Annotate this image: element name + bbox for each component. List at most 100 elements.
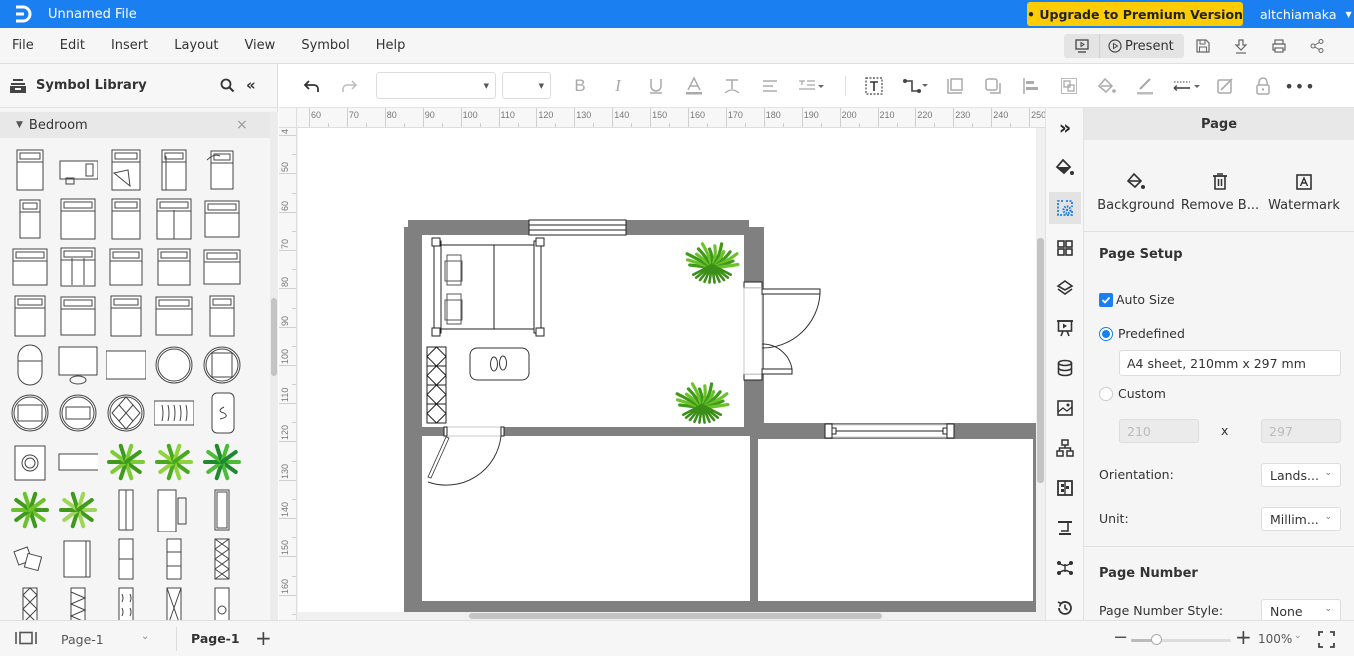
close-icon[interactable]: × bbox=[236, 117, 248, 133]
symbol-item[interactable] bbox=[54, 340, 102, 389]
line-style-icon[interactable] bbox=[1170, 71, 1202, 101]
app-logo-icon[interactable] bbox=[12, 3, 34, 25]
fullscreen-icon[interactable] bbox=[1318, 631, 1335, 651]
unit-select[interactable]: Millim... ⌄ bbox=[1261, 507, 1341, 531]
page-view-icon[interactable] bbox=[15, 631, 37, 648]
double-bed[interactable] bbox=[431, 237, 545, 337]
symbol-item[interactable] bbox=[198, 486, 246, 535]
menu-file[interactable]: File bbox=[0, 38, 46, 53]
symbol-item[interactable] bbox=[102, 146, 150, 195]
share-icon[interactable] bbox=[1298, 34, 1336, 58]
floor-plan[interactable] bbox=[298, 128, 1038, 612]
dresser[interactable] bbox=[426, 346, 447, 424]
symbol-item[interactable] bbox=[150, 340, 198, 389]
symbol-item[interactable] bbox=[198, 195, 246, 244]
predefined-size-field[interactable]: A4 sheet, 210mm x 297 mm bbox=[1119, 350, 1341, 376]
search-icon[interactable] bbox=[220, 78, 235, 97]
symbol-item[interactable] bbox=[150, 146, 198, 195]
send-back-icon[interactable] bbox=[982, 71, 1004, 101]
background-button[interactable]: Background bbox=[1092, 170, 1180, 213]
symbol-item[interactable] bbox=[150, 438, 198, 487]
connector-icon[interactable] bbox=[1049, 512, 1081, 544]
custom-row[interactable]: Custom bbox=[1099, 386, 1166, 401]
symbol-item[interactable] bbox=[54, 195, 102, 244]
symbol-item[interactable] bbox=[6, 146, 54, 195]
align-left-icon[interactable] bbox=[1020, 71, 1042, 101]
symbol-item[interactable] bbox=[198, 438, 246, 487]
bold-icon[interactable]: B bbox=[569, 71, 591, 101]
symbol-item[interactable] bbox=[102, 292, 150, 341]
menu-help[interactable]: Help bbox=[362, 38, 418, 53]
symbol-item[interactable] bbox=[102, 486, 150, 535]
symbol-item[interactable] bbox=[102, 389, 150, 438]
save-icon[interactable] bbox=[1184, 34, 1222, 58]
mind-map-icon[interactable] bbox=[1049, 552, 1081, 584]
auto-size-row[interactable]: Auto Size bbox=[1099, 292, 1175, 307]
zoom-level[interactable]: 100% bbox=[1258, 632, 1292, 646]
font-size-select[interactable]: ▼ bbox=[502, 72, 551, 99]
symbol-item[interactable] bbox=[6, 243, 54, 292]
door-right-double[interactable] bbox=[743, 281, 821, 381]
zoom-in-button[interactable]: + bbox=[1235, 625, 1252, 649]
zoom-slider-handle[interactable] bbox=[1151, 634, 1162, 645]
symbol-item[interactable] bbox=[54, 292, 102, 341]
symbol-item[interactable] bbox=[102, 438, 150, 487]
align-icon[interactable] bbox=[759, 71, 781, 101]
symbol-item[interactable] bbox=[150, 195, 198, 244]
canvas-horizontal-scrollbar[interactable] bbox=[297, 612, 1037, 620]
page[interactable] bbox=[298, 128, 1038, 612]
fill-icon[interactable] bbox=[1049, 152, 1081, 184]
image-icon[interactable] bbox=[1049, 392, 1081, 424]
page-selector[interactable]: Page-1 bbox=[61, 632, 104, 647]
symbol-item[interactable] bbox=[54, 486, 102, 535]
symbol-item[interactable] bbox=[150, 243, 198, 292]
symbol-item[interactable] bbox=[150, 486, 198, 535]
add-page-button[interactable]: + bbox=[255, 626, 272, 650]
custom-radio[interactable] bbox=[1099, 386, 1113, 401]
download-icon[interactable] bbox=[1222, 34, 1260, 58]
grid-icon[interactable] bbox=[1049, 232, 1081, 264]
zoom-out-button[interactable]: − bbox=[1113, 627, 1128, 648]
symbol-item[interactable] bbox=[198, 535, 246, 584]
orientation-select[interactable]: Lands... ⌄ bbox=[1261, 463, 1341, 487]
line-spacing-icon[interactable] bbox=[797, 71, 827, 101]
menu-edit[interactable]: Edit bbox=[46, 38, 97, 53]
page-tab-active[interactable]: Page-1 bbox=[191, 631, 240, 646]
symbol-item[interactable] bbox=[54, 243, 102, 292]
symbol-item[interactable] bbox=[198, 389, 246, 438]
symbol-item[interactable] bbox=[54, 535, 102, 584]
font-family-select[interactable]: ▼ bbox=[376, 72, 496, 99]
category-bedroom-header[interactable]: ▼ Bedroom × bbox=[0, 112, 270, 138]
chevron-down-icon[interactable]: ⌄ bbox=[1294, 631, 1302, 641]
group-icon[interactable] bbox=[1058, 71, 1080, 101]
more-icon[interactable]: ••• bbox=[1284, 71, 1314, 101]
undo-icon[interactable] bbox=[301, 71, 323, 101]
remove-background-button[interactable]: Remove B... bbox=[1176, 170, 1264, 213]
expand-icon[interactable]: » bbox=[1049, 112, 1081, 144]
line-color-icon[interactable] bbox=[1134, 71, 1156, 101]
predefined-row[interactable]: Predefined bbox=[1099, 326, 1185, 341]
symbol-item[interactable] bbox=[150, 535, 198, 584]
text-format-icon[interactable] bbox=[721, 71, 743, 101]
symbol-item[interactable] bbox=[54, 438, 102, 487]
connector-icon[interactable] bbox=[901, 71, 931, 101]
text-box-icon[interactable] bbox=[863, 71, 885, 101]
drawing-canvas[interactable] bbox=[297, 128, 1045, 620]
user-menu[interactable]: altchiamaka ▼ bbox=[1260, 0, 1352, 28]
widget-icon[interactable] bbox=[1049, 472, 1081, 504]
symbol-item[interactable] bbox=[150, 389, 198, 438]
symbol-item[interactable] bbox=[6, 389, 54, 438]
menu-view[interactable]: View bbox=[230, 38, 287, 53]
fill-icon[interactable] bbox=[1096, 71, 1118, 101]
file-title[interactable]: Unnamed File bbox=[48, 7, 137, 22]
symbol-item[interactable] bbox=[102, 535, 150, 584]
custom-width-input[interactable]: 210 bbox=[1119, 419, 1199, 443]
symbol-item[interactable] bbox=[102, 195, 150, 244]
symbol-item[interactable] bbox=[198, 340, 246, 389]
symbol-item[interactable] bbox=[102, 243, 150, 292]
canvas-vertical-scrollbar[interactable] bbox=[1036, 128, 1045, 620]
symbol-item[interactable] bbox=[6, 340, 54, 389]
scrollbar-thumb[interactable] bbox=[271, 298, 277, 376]
symbol-item[interactable] bbox=[6, 292, 54, 341]
data-icon[interactable] bbox=[1049, 352, 1081, 384]
